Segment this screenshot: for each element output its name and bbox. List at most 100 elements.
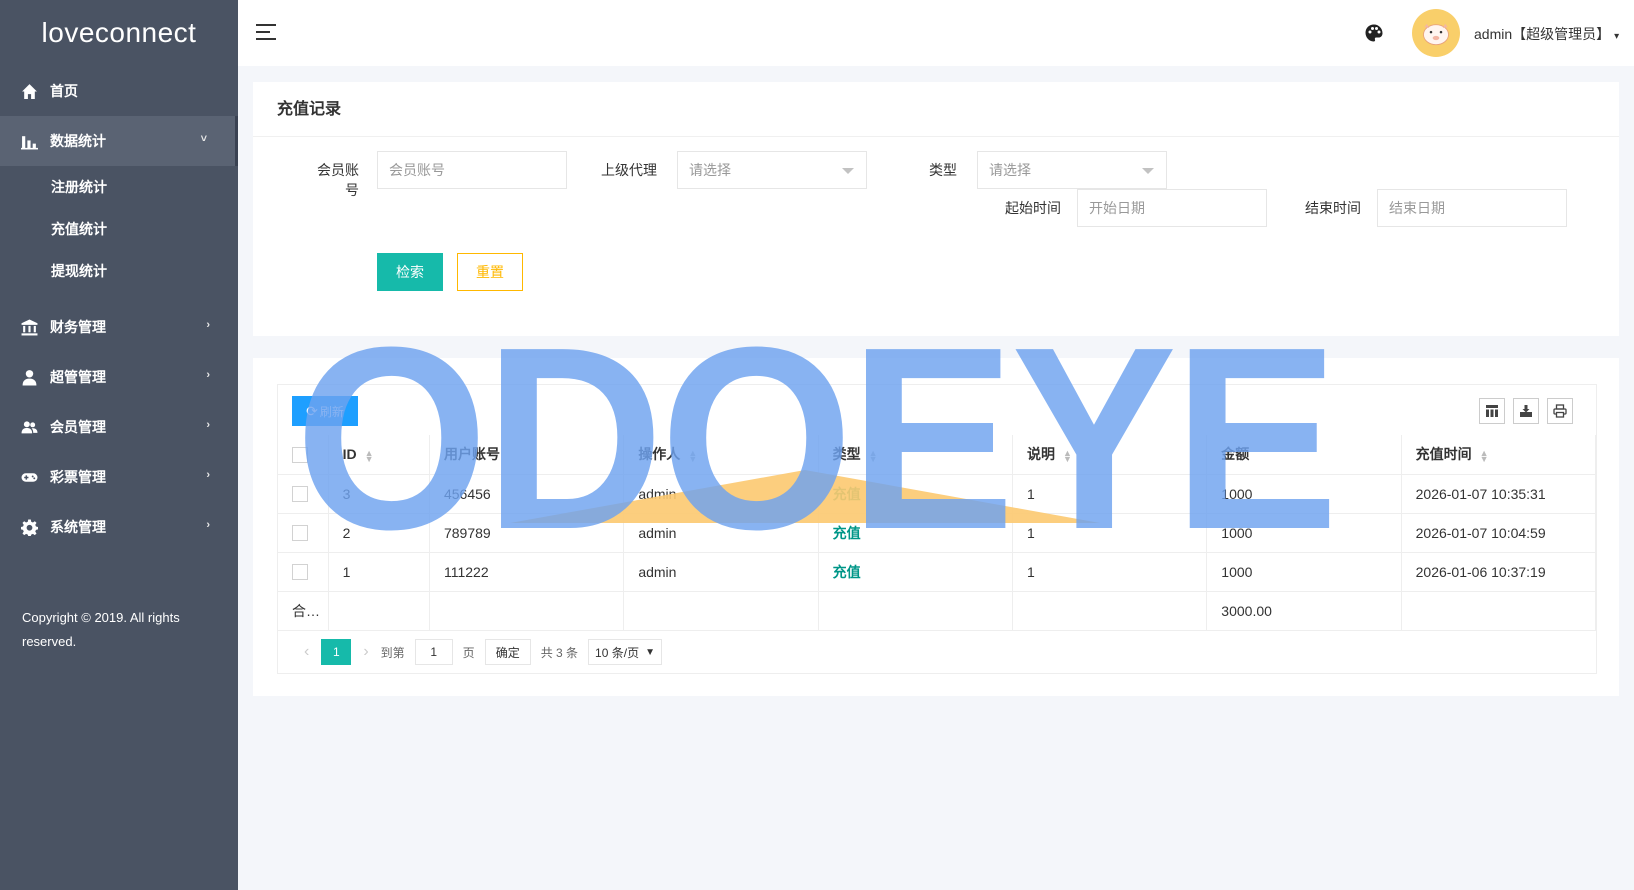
page-1-button[interactable]: 1 bbox=[321, 639, 352, 665]
chevron-right-icon: › bbox=[206, 469, 210, 481]
end-date-input[interactable]: 结束日期 bbox=[1377, 189, 1567, 227]
cell-type: 充值 bbox=[818, 474, 1013, 514]
chevron-right-icon: › bbox=[206, 519, 210, 531]
cell-operator: admin bbox=[623, 474, 819, 514]
select-all-cell bbox=[278, 435, 329, 475]
member-account-input[interactable]: 会员账号 bbox=[377, 151, 567, 189]
sidebar-subitem-register-stats[interactable]: 注册统计 bbox=[0, 166, 238, 208]
pagination: ‹ 1 › 到第 1 页 确定 共 3 条 10 条/页 ▼ bbox=[278, 631, 1596, 673]
top-header: admin【超级管理员】 ▾ bbox=[238, 0, 1634, 66]
reset-button[interactable]: 重置 bbox=[457, 253, 523, 291]
palette-icon[interactable] bbox=[1364, 23, 1384, 43]
sort-icon[interactable]: ▲ ▼ bbox=[688, 448, 697, 463]
goto-page-input[interactable]: 1 bbox=[414, 639, 453, 665]
sidebar-item-label: 首页 bbox=[50, 83, 78, 99]
page-unit-label: 页 bbox=[462, 645, 475, 660]
sidebar-item-admin[interactable]: 超管管理 › bbox=[0, 352, 238, 402]
total-amount: 3000.00 bbox=[1206, 591, 1402, 631]
sidebar: loveconnect 首页 数据统计 ˅ 注册统计 充值统计 提现统计 财务管… bbox=[0, 0, 238, 890]
users-icon bbox=[20, 418, 38, 436]
refresh-button[interactable]: ⟳ 刷新 bbox=[292, 396, 358, 426]
total-label: 合… bbox=[278, 591, 329, 631]
column-header-id[interactable]: ID ▲ ▼ bbox=[328, 435, 430, 475]
start-date-input[interactable]: 开始日期 bbox=[1077, 189, 1267, 227]
data-table: ⟳ 刷新 ID ▲ ▼ 用户账号 操作人 ▲ ▼ 类型 ▲ ▼ 说明 ▲ ▼ 金… bbox=[277, 384, 1597, 674]
agent-select[interactable]: 请选择 bbox=[677, 151, 867, 189]
select-arrow-icon bbox=[1142, 168, 1154, 174]
sort-icon[interactable]: ▲ ▼ bbox=[365, 448, 374, 463]
sidebar-item-system[interactable]: 系统管理 › bbox=[0, 502, 238, 552]
row-checkbox[interactable] bbox=[292, 564, 308, 581]
sidebar-item-label: 会员管理 bbox=[50, 419, 106, 435]
member-account-label: 会员账号 bbox=[317, 162, 359, 198]
sidebar-item-data-stats[interactable]: 数据统计 ˅ bbox=[0, 116, 238, 166]
sort-icon[interactable]: ▲ ▼ bbox=[869, 448, 878, 463]
table-toolbar: ⟳ 刷新 bbox=[278, 385, 1596, 435]
start-time-label: 起始时间 bbox=[1005, 200, 1061, 216]
cell-id: 2 bbox=[328, 513, 430, 553]
agent-label: 上级代理 bbox=[601, 162, 657, 178]
row-checkbox[interactable] bbox=[292, 486, 308, 503]
cell-operator: admin bbox=[623, 513, 819, 553]
goto-confirm-button[interactable]: 确定 bbox=[484, 639, 531, 665]
table-row[interactable]: 3 456456 admin 充值 1 1000 2026-01-07 10:3… bbox=[278, 474, 1597, 514]
sort-icon[interactable]: ▲ ▼ bbox=[1480, 448, 1489, 463]
select-all-checkbox[interactable] bbox=[292, 446, 308, 463]
app-logo[interactable]: loveconnect bbox=[0, 0, 238, 66]
user-menu[interactable]: admin【超级管理员】 ▾ bbox=[1474, 24, 1619, 44]
caret-down-icon: ▾ bbox=[1614, 31, 1620, 42]
column-header-time[interactable]: 充值时间 ▲ ▼ bbox=[1401, 435, 1597, 475]
columns-filter-icon[interactable] bbox=[1479, 398, 1505, 424]
sidebar-item-members[interactable]: 会员管理 › bbox=[0, 402, 238, 452]
cell-time: 2026-01-06 10:37:19 bbox=[1401, 552, 1597, 592]
agent-select-value: 请选择 bbox=[689, 162, 731, 178]
pig-face-icon bbox=[1423, 23, 1449, 46]
end-time-label: 结束时间 bbox=[1305, 200, 1361, 216]
user-icon bbox=[20, 368, 38, 386]
column-header-amount: 金额 bbox=[1206, 435, 1402, 475]
type-select-value: 请选择 bbox=[989, 162, 1031, 178]
chevron-right-icon: › bbox=[206, 369, 210, 381]
next-page-button[interactable]: › bbox=[363, 643, 368, 661]
sidebar-item-finance[interactable]: 财务管理 › bbox=[0, 302, 238, 352]
column-header-note[interactable]: 说明 ▲ ▼ bbox=[1012, 435, 1208, 475]
type-label: 类型 bbox=[929, 162, 957, 178]
user-name: admin【超级管理员】 bbox=[1474, 26, 1611, 42]
cell-account: 111222 bbox=[429, 552, 625, 592]
print-icon[interactable] bbox=[1547, 398, 1573, 424]
chevron-down-icon: ˅ bbox=[200, 133, 207, 145]
copyright: Copyright © 2019. All rights reserved. bbox=[22, 610, 180, 649]
sidebar-item-home[interactable]: 首页 bbox=[0, 66, 238, 116]
cell-type: 充值 bbox=[818, 552, 1013, 592]
export-icon[interactable] bbox=[1513, 398, 1539, 424]
total-count: 共 3 条 bbox=[540, 645, 579, 660]
sidebar-subitem-recharge-stats[interactable]: 充值统计 bbox=[0, 208, 238, 250]
refresh-icon: ⟳ bbox=[306, 402, 318, 419]
avatar[interactable] bbox=[1412, 9, 1460, 57]
sidebar-item-lottery[interactable]: 彩票管理 › bbox=[0, 452, 238, 502]
column-header-operator[interactable]: 操作人 ▲ ▼ bbox=[623, 435, 819, 475]
type-select[interactable]: 请选择 bbox=[977, 151, 1167, 189]
search-button[interactable]: 检索 bbox=[377, 253, 443, 291]
table-row[interactable]: 1 111222 admin 充值 1 1000 2026-01-06 10:3… bbox=[278, 552, 1597, 592]
cell-time: 2026-01-07 10:35:31 bbox=[1401, 474, 1597, 514]
sort-icon[interactable]: ▲ ▼ bbox=[1063, 448, 1072, 463]
cell-account: 456456 bbox=[429, 474, 625, 514]
cell-id: 3 bbox=[328, 474, 430, 514]
menu-toggle-icon[interactable] bbox=[256, 24, 276, 42]
row-checkbox[interactable] bbox=[292, 525, 308, 542]
column-header-type[interactable]: 类型 ▲ ▼ bbox=[818, 435, 1013, 475]
chevron-down-icon: ▼ bbox=[645, 646, 655, 658]
records-table: ID ▲ ▼ 用户账号 操作人 ▲ ▼ 类型 ▲ ▼ 说明 ▲ ▼ 金额 充值时间 ▲ ▼ 3 45… bbox=[278, 435, 1597, 631]
page-title: 充值记录 bbox=[253, 82, 1619, 137]
sidebar-item-label: 超管管理 bbox=[50, 369, 106, 385]
refresh-label: 刷新 bbox=[319, 404, 344, 419]
prev-page-button[interactable]: ‹ bbox=[304, 643, 309, 661]
sidebar-subitem-withdraw-stats[interactable]: 提现统计 bbox=[0, 250, 238, 292]
chevron-right-icon: › bbox=[206, 419, 210, 431]
table-row[interactable]: 2 789789 admin 充值 1 1000 2026-01-07 10:0… bbox=[278, 513, 1597, 553]
sidebar-item-label: 数据统计 bbox=[50, 133, 106, 149]
gear-icon bbox=[20, 518, 38, 536]
page-size-select[interactable]: 10 条/页 ▼ bbox=[588, 639, 662, 665]
search-card: 充值记录 会员账号 会员账号 上级代理 请选择 类型 请选择 起始时间 开始日期… bbox=[253, 82, 1619, 336]
